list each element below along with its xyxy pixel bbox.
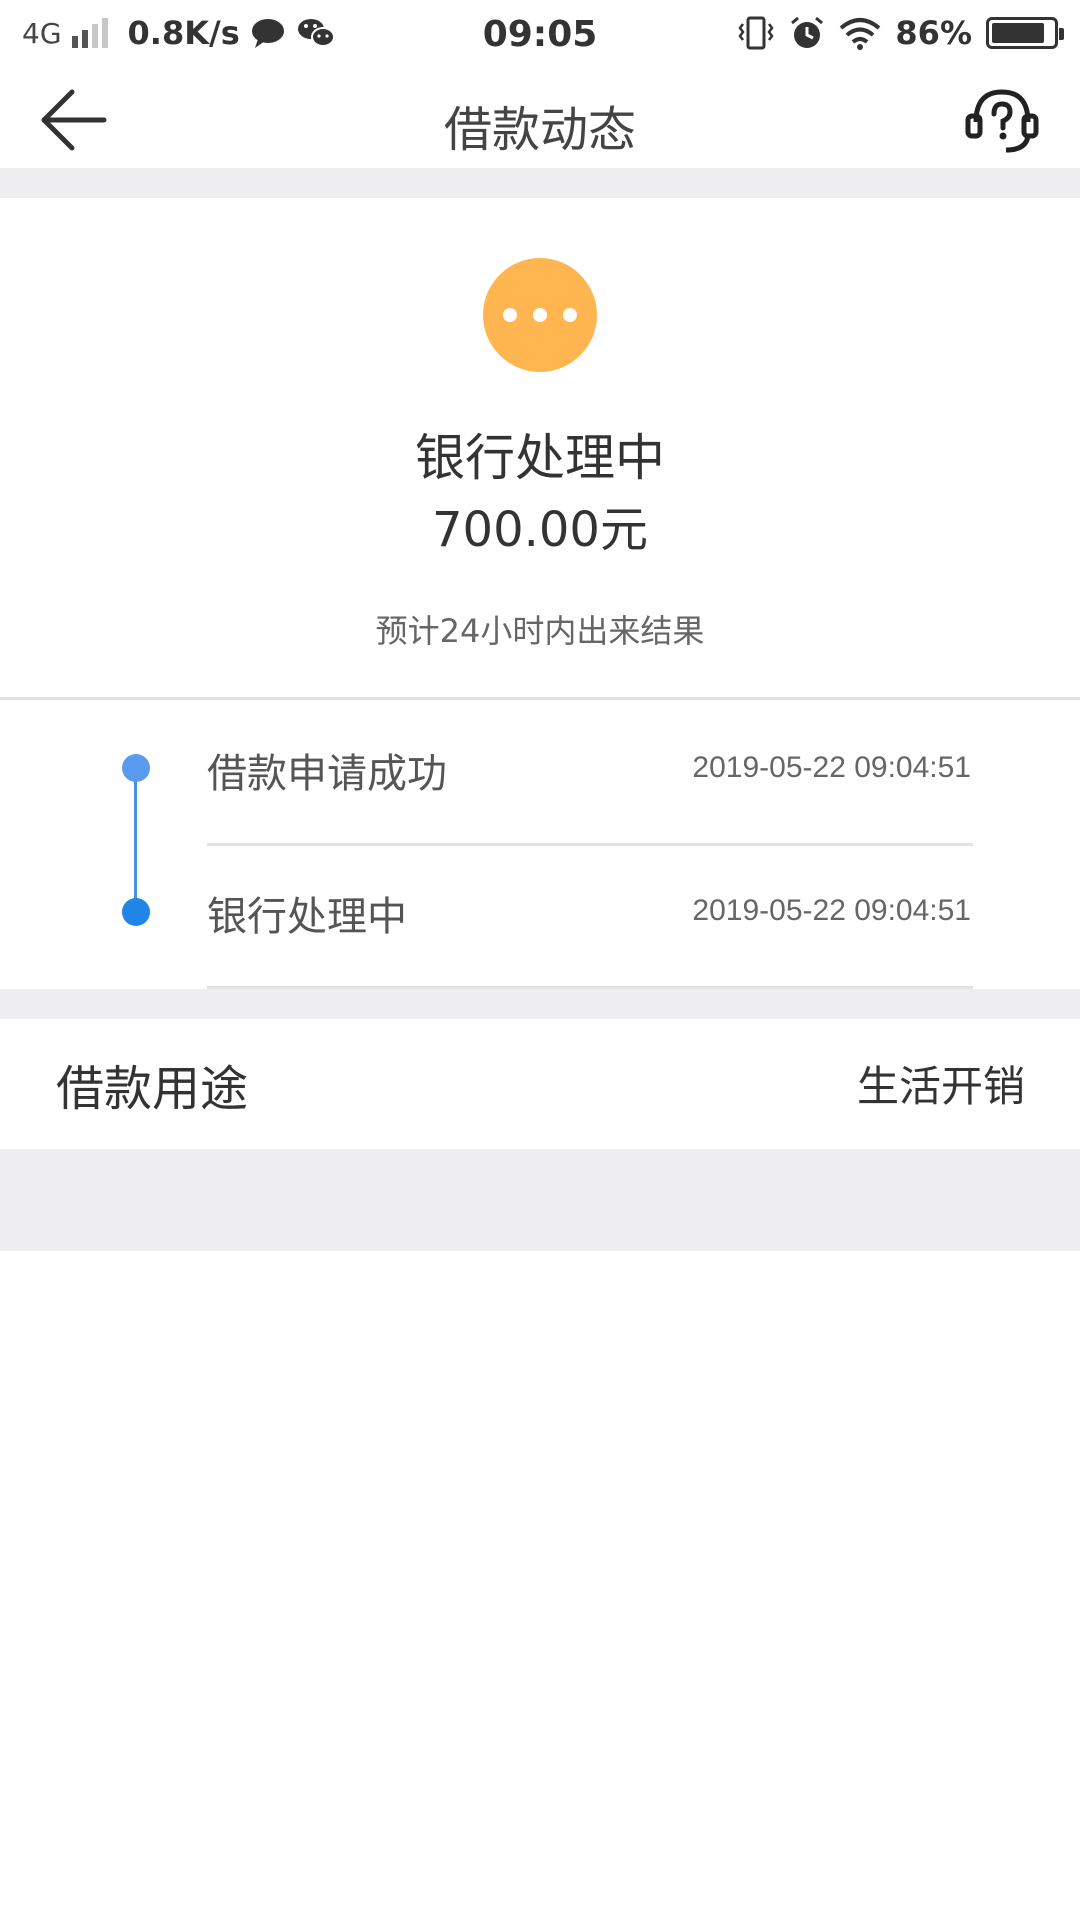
- status-title: 银行处理中: [415, 429, 665, 487]
- loan-purpose-label: 借款用途: [56, 1061, 249, 1117]
- status-bar: 4G 0.8K/s 09:05 86%: [0, 0, 1080, 72]
- status-hint: 预计24小时内出来结果: [375, 612, 705, 650]
- battery-icon: [986, 17, 1064, 49]
- status-bar-right: 86%: [737, 14, 1064, 52]
- timeline-item: 借款申请成功 2019-05-22 09:04:51: [207, 703, 973, 846]
- timeline-item-time: 2019-05-22 09:04:51: [692, 894, 971, 927]
- vibrate-icon: [738, 16, 774, 50]
- loan-status-card: 银行处理中 700.00元 预计24小时内出来结果: [0, 198, 1080, 700]
- timeline-dot: [122, 754, 150, 782]
- loan-amount: 700.00元: [432, 502, 648, 558]
- page-title: 借款动态: [443, 102, 636, 158]
- battery-percent: 86%: [895, 14, 972, 52]
- section-divider: [0, 168, 1080, 198]
- section-divider: [0, 1149, 1080, 1251]
- progress-timeline: 借款申请成功 2019-05-22 09:04:51 银行处理中 2019-05…: [0, 703, 1080, 989]
- timeline-item-label: 银行处理中: [207, 894, 407, 940]
- customer-service-help-icon[interactable]: [962, 80, 1042, 160]
- timeline-connector: [134, 768, 137, 918]
- nav-bar: 借款动态: [0, 72, 1080, 168]
- pending-dots-icon: [483, 258, 597, 372]
- alarm-icon: [791, 16, 824, 48]
- loan-purpose-value: 生活开销: [856, 1062, 1025, 1111]
- timeline-item: 银行处理中 2019-05-22 09:04:51: [207, 846, 973, 989]
- wifi-icon: [840, 18, 881, 50]
- timeline-dot: [122, 898, 150, 926]
- timeline-item-time: 2019-05-22 09:04:51: [692, 751, 971, 784]
- loan-purpose-row: 借款用途 生活开销: [0, 1019, 1080, 1149]
- timeline-item-label: 借款申请成功: [207, 751, 447, 797]
- section-divider: [0, 989, 1080, 1019]
